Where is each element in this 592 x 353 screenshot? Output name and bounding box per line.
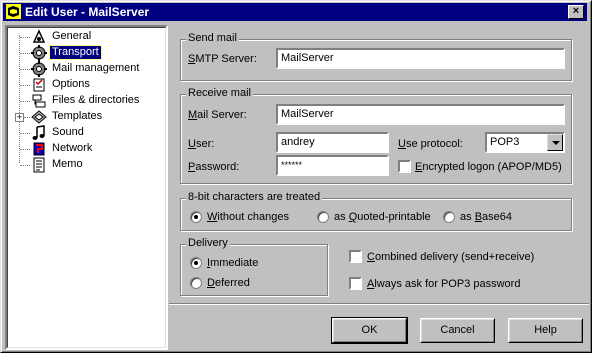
encrypted-logon-label: Encrypted logon (APOP/MD5) xyxy=(415,161,562,173)
general-icon xyxy=(32,29,46,43)
user-label: User: xyxy=(188,138,215,150)
tree-item-label: Options xyxy=(52,78,90,90)
tree-item-label: Files & directories xyxy=(52,94,140,106)
group-title: Send mail xyxy=(186,32,239,44)
smtp-server-input[interactable]: MailServer xyxy=(276,48,565,69)
memo-icon xyxy=(33,157,45,173)
use-protocol-label: Use protocol: xyxy=(398,138,463,150)
edit-user-dialog: Edit User - MailServer × General Transpo… xyxy=(0,0,592,353)
options-icon xyxy=(33,78,45,92)
app-icon xyxy=(6,4,21,19)
window-title: Edit User - MailServer xyxy=(25,5,150,19)
mail-server-label: Mail Server: xyxy=(188,109,247,121)
without-changes-label: Without changes xyxy=(207,211,289,223)
tree-item-label: Network xyxy=(52,142,93,154)
tree-guide-line xyxy=(19,35,20,163)
without-changes-radio[interactable] xyxy=(190,211,202,223)
quoted-printable-radio[interactable] xyxy=(317,211,329,223)
network-icon xyxy=(33,142,45,156)
always-ask-password-label: Always ask for POP3 password xyxy=(367,278,521,290)
sound-icon xyxy=(32,125,45,140)
password-input[interactable]: ****** xyxy=(276,155,389,176)
title-bar[interactable]: Edit User - MailServer × xyxy=(3,3,587,21)
group-title: Delivery xyxy=(186,237,230,249)
combined-delivery-checkbox[interactable] xyxy=(349,250,362,263)
divider xyxy=(169,303,589,305)
base64-radio[interactable] xyxy=(443,211,455,223)
quoted-printable-label: as Quoted-printable xyxy=(334,211,431,223)
always-ask-password-checkbox[interactable] xyxy=(349,277,362,290)
tree-item-label: Templates xyxy=(52,110,103,122)
expand-icon[interactable]: + xyxy=(15,113,24,122)
mail-server-input[interactable]: MailServer xyxy=(276,104,565,125)
deferred-radio[interactable] xyxy=(190,277,202,289)
gear-icon xyxy=(31,45,47,61)
encrypted-logon-checkbox[interactable] xyxy=(398,160,411,173)
immediate-label: Immediate xyxy=(207,257,259,269)
help-button[interactable]: Help xyxy=(508,318,583,343)
group-title: Receive mail xyxy=(186,87,253,99)
base64-label: as Base64 xyxy=(460,211,513,223)
tree-item-label: Transport xyxy=(49,45,102,60)
deferred-label: Deferred xyxy=(207,277,250,289)
combined-delivery-label: Combined delivery (send+receive) xyxy=(367,251,535,263)
group-title: 8-bit characters are treated xyxy=(186,191,323,203)
immediate-radio[interactable] xyxy=(190,257,202,269)
password-label: Password: xyxy=(188,161,240,173)
tree-item-label: Memo xyxy=(52,158,83,170)
protocol-select[interactable]: POP3 xyxy=(485,132,565,153)
ok-button[interactable]: OK xyxy=(331,317,408,344)
files-icon xyxy=(32,94,46,108)
smtp-server-label: SMTP Server: xyxy=(188,53,257,65)
tree-item-label: Sound xyxy=(52,126,84,138)
tree-item-label: Mail management xyxy=(52,62,140,74)
delivery-group: Delivery xyxy=(180,237,328,296)
user-input[interactable]: andrey xyxy=(276,132,389,153)
category-tree[interactable]: General Transport Mail management Option… xyxy=(5,25,168,350)
chevron-down-icon[interactable] xyxy=(547,134,563,151)
templates-icon xyxy=(31,110,47,124)
gear-icon xyxy=(31,61,47,77)
close-icon: × xyxy=(572,5,580,17)
close-button[interactable]: × xyxy=(568,5,584,19)
cancel-button[interactable]: Cancel xyxy=(420,318,495,343)
tree-item-label: General xyxy=(52,30,92,42)
